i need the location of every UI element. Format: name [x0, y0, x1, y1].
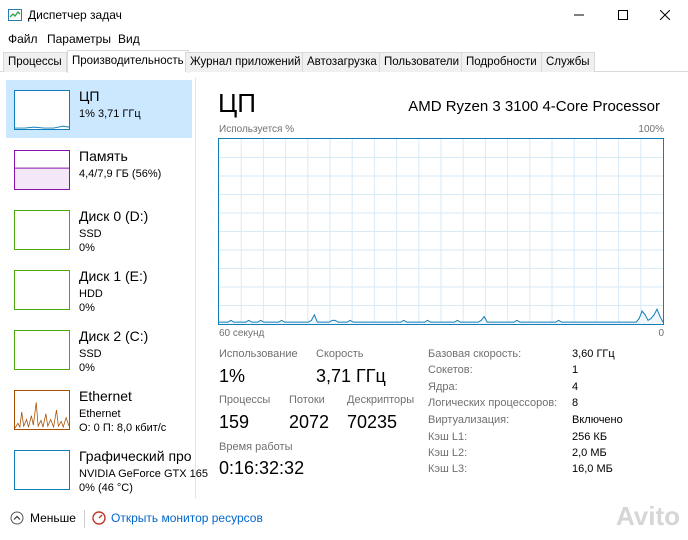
spec-value: 3,60 ГГц — [572, 348, 615, 360]
tab-users[interactable]: Пользователи — [379, 52, 465, 72]
disk2-thumbnail — [14, 330, 70, 370]
spec-label: Ядра: — [428, 381, 458, 393]
avito-watermark: Avito — [615, 501, 680, 531]
sidebar-item-sub: SSD — [79, 348, 102, 360]
sidebar-item-sub2: 0% (46 °C) — [79, 482, 133, 494]
spec-label: Сокетов: — [428, 364, 473, 376]
maximize-button[interactable] — [600, 0, 646, 30]
spec-value: Включено — [572, 414, 623, 426]
sidebar-item-title: ЦП — [79, 88, 100, 104]
cpu-thumbnail — [14, 90, 70, 130]
fewer-details-button[interactable]: Меньше — [10, 511, 76, 525]
threads-label: Потоки — [289, 394, 325, 406]
sidebar-item-title: Диск 2 (C:) — [79, 328, 149, 344]
sidebar-item-sub: 1% 3,71 ГГц — [79, 108, 141, 120]
sidebar-item-sub: Ethernet — [79, 408, 121, 420]
gpu-thumbnail — [14, 450, 70, 490]
page-title: ЦП — [218, 88, 256, 118]
ethernet-thumbnail — [14, 390, 70, 430]
processes-value: 159 — [219, 412, 250, 432]
uptime-label: Время работы — [219, 441, 293, 453]
sidebar-item-title: Диск 1 (E:) — [79, 268, 148, 284]
sidebar-item-memory[interactable]: Память 4,4/7,9 ГБ (56%) — [6, 140, 192, 198]
spec-value: 16,0 МБ — [572, 463, 613, 475]
sidebar-item-title: Ethernet — [79, 388, 132, 404]
close-icon — [660, 10, 670, 20]
speed-value: 3,71 ГГц — [316, 366, 386, 386]
tab-app-history[interactable]: Журнал приложений — [185, 52, 306, 72]
spec-label: Базовая скорость: — [428, 348, 522, 360]
tab-startup[interactable]: Автозагрузка — [302, 52, 382, 72]
maximize-icon — [618, 10, 628, 20]
spec-label: Виртуализация: — [428, 414, 510, 426]
graph-ymax-label: 100% — [638, 124, 664, 135]
spec-value: 4 — [572, 381, 579, 393]
graph-time-label: 60 секунд — [219, 328, 265, 339]
sidebar-item-ethernet[interactable]: Ethernet Ethernet О: 0 П: 8,0 кбит/с — [6, 380, 192, 438]
usage-value: 1% — [219, 366, 246, 386]
spec-label: Кэш L1: — [428, 431, 468, 443]
sidebar-item-sub: 4,4/7,9 ГБ (56%) — [79, 168, 162, 180]
tab-details[interactable]: Подробности — [461, 52, 542, 72]
handles-value: 70235 — [347, 412, 398, 432]
disk1-thumbnail — [14, 270, 70, 310]
menu-bar: Файл Параметры Вид — [0, 30, 688, 50]
spec-label: Кэш L3: — [428, 463, 468, 475]
graph-ylabel: Используется % — [219, 124, 295, 135]
sidebar-item-gpu[interactable]: Графический про NVIDIA GeForce GTX 165 0… — [6, 440, 208, 498]
tab-bar: Процессы Производительность Журнал прило… — [0, 50, 688, 73]
footer-bar: Меньше Открыть монитор ресурсов — [0, 505, 688, 535]
spec-value: 8 — [572, 397, 579, 409]
task-manager-icon — [8, 9, 22, 21]
sidebar-item-sub: NVIDIA GeForce GTX 165 — [79, 468, 208, 480]
open-resource-monitor-link[interactable]: Открыть монитор ресурсов — [92, 511, 263, 525]
chevron-up-icon — [10, 511, 24, 525]
threads-value: 2072 — [289, 412, 330, 432]
menu-view[interactable]: Вид — [118, 32, 140, 46]
sidebar-item-cpu[interactable]: ЦП 1% 3,71 ГГц — [6, 80, 192, 138]
minimize-icon — [574, 14, 584, 16]
menu-options[interactable]: Параметры — [47, 32, 111, 46]
sidebar-item-disk1[interactable]: Диск 1 (E:) HDD 0% — [6, 260, 192, 318]
cpu-usage-graph — [218, 138, 664, 325]
graph-time-end-label: 0 — [658, 328, 664, 339]
spec-value: 256 КБ — [572, 431, 608, 443]
sidebar-item-title: Память — [79, 148, 128, 164]
sidebar-item-sub2: О: 0 П: 8,0 кбит/с — [79, 422, 167, 434]
sidebar-item-title: Графический про — [79, 448, 192, 464]
title-bar: Диспетчер задач — [0, 0, 688, 30]
usage-label: Использование — [219, 348, 298, 360]
sidebar-item-title: Диск 0 (D:) — [79, 208, 149, 224]
sidebar-item-sub: HDD — [79, 288, 103, 300]
sidebar-item-sub2: 0% — [79, 302, 95, 314]
speed-label: Скорость — [316, 348, 364, 360]
footer-divider — [84, 510, 85, 528]
disk0-thumbnail — [14, 210, 70, 250]
sidebar-item-disk2[interactable]: Диск 2 (C:) SSD 0% — [6, 320, 192, 378]
sidebar: ЦП 1% 3,71 ГГц Память 4,4/7,9 ГБ (56%) Д… — [0, 78, 208, 498]
tab-performance[interactable]: Производительность — [67, 50, 189, 73]
spec-label: Кэш L2: — [428, 447, 468, 459]
cpu-model-name: AMD Ryzen 3 3100 4-Core Processor — [408, 98, 660, 115]
window-title: Диспетчер задач — [28, 8, 122, 22]
minimize-button[interactable] — [556, 0, 602, 30]
sidebar-item-sub2: 0% — [79, 362, 95, 374]
spec-value: 2,0 МБ — [572, 447, 607, 459]
spec-value: 1 — [572, 364, 579, 376]
spec-label: Логических процессоров: — [428, 397, 558, 409]
resource-monitor-icon — [92, 511, 106, 525]
handles-label: Дескрипторы — [347, 394, 415, 406]
sidebar-item-disk0[interactable]: Диск 0 (D:) SSD 0% — [6, 200, 192, 258]
close-button[interactable] — [642, 0, 688, 30]
tab-processes[interactable]: Процессы — [3, 52, 67, 72]
processes-label: Процессы — [219, 394, 271, 406]
fewer-details-label: Меньше — [30, 511, 76, 525]
uptime-value: 0:16:32:32 — [219, 458, 305, 478]
menu-file[interactable]: Файл — [8, 32, 38, 46]
sidebar-item-sub: SSD — [79, 228, 102, 240]
tab-services[interactable]: Службы — [541, 52, 595, 72]
resource-monitor-link-label: Открыть монитор ресурсов — [111, 511, 263, 525]
sidebar-item-sub2: 0% — [79, 242, 95, 254]
memory-thumbnail — [14, 150, 70, 190]
